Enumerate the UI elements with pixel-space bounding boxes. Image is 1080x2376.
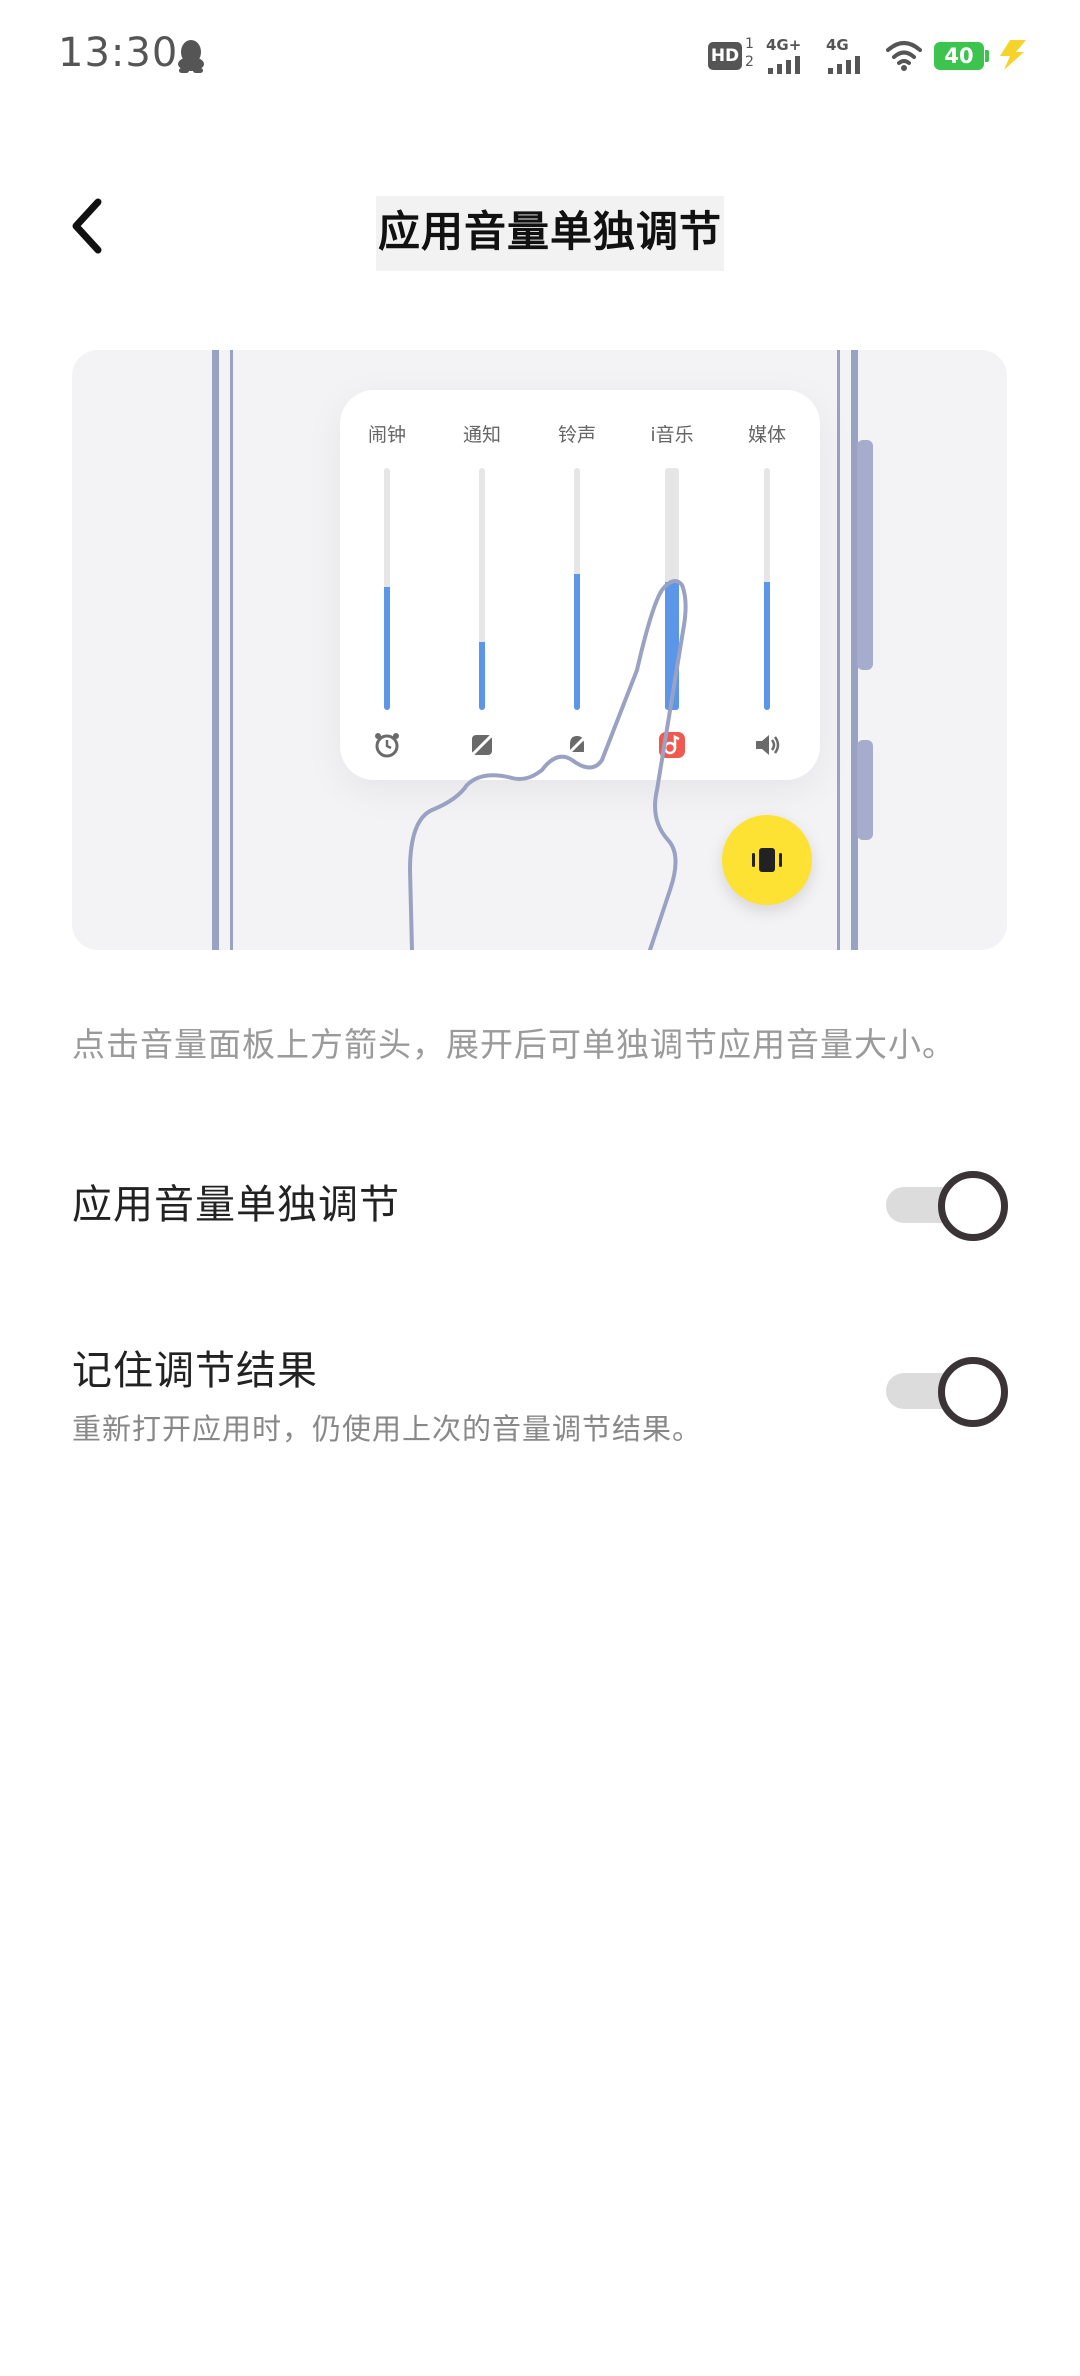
phone-frame-left — [212, 350, 233, 950]
vibrate-button — [722, 815, 812, 905]
speaker-icon — [756, 735, 780, 755]
volume-slider-music — [665, 468, 679, 710]
setting-subtitle-remember: 重新打开应用时，仍使用上次的音量调节结果。 — [72, 1412, 703, 1446]
page-title: 应用音量单独调节 — [376, 196, 725, 271]
sim-indicator-bottom: 2 — [745, 54, 754, 70]
wifi-icon — [886, 41, 922, 71]
qq-icon — [178, 40, 204, 73]
battery-icon: 40 — [934, 42, 984, 70]
channel-label-media: 媒体 — [747, 424, 786, 446]
volume-fill-ringtone — [574, 574, 580, 710]
screen: 13:30 HD 1 2 4G+ 4G 40 应用音量单独调节 闹钟 通知 铃声… — [0, 0, 1080, 2376]
toggle-knob — [938, 1357, 1008, 1427]
phone-frame-right — [837, 350, 873, 950]
notification-muted-icon — [469, 732, 495, 758]
network-type-2: 4G — [826, 36, 849, 54]
setting-title-remember: 记住调节结果 — [72, 1348, 318, 1394]
signal-4g-plus-icon — [768, 56, 800, 74]
feature-description: 点击音量面板上方箭头，展开后可单独调节应用音量大小。 — [72, 1025, 956, 1064]
charging-bolt-icon — [1000, 40, 1026, 70]
music-app-icon — [659, 732, 685, 758]
battery-tip — [985, 50, 989, 62]
toggle-remember-result[interactable] — [886, 1354, 1008, 1428]
bell-muted-icon — [564, 732, 590, 758]
toggle-app-volume[interactable] — [886, 1168, 1008, 1242]
status-icons: HD 1 2 4G+ 4G 40 — [708, 36, 1028, 80]
hd-badge-text: HD — [710, 46, 740, 66]
volume-panel: 闹钟 通知 铃声 i音乐 媒体 — [340, 390, 820, 780]
toggle-knob — [938, 1171, 1008, 1241]
network-type-1: 4G+ — [766, 36, 802, 54]
volume-slider-alarm — [384, 468, 390, 710]
status-time: 13:30 — [58, 30, 179, 76]
chevron-left-icon — [72, 198, 102, 254]
setting-title-app-volume: 应用音量单独调节 — [72, 1182, 400, 1228]
back-button[interactable] — [62, 194, 118, 258]
channel-label-alarm: 闹钟 — [367, 424, 406, 446]
volume-slider-notification — [479, 468, 485, 710]
volume-slider-media — [764, 468, 770, 710]
volume-fill-music — [665, 581, 679, 710]
volume-slider-ringtone — [574, 468, 580, 710]
alarm-clock-icon — [375, 733, 399, 758]
volume-fill-alarm — [384, 586, 390, 710]
illustration: 闹钟 通知 铃声 i音乐 媒体 — [72, 350, 1007, 950]
status-bar: 13:30 HD 1 2 4G+ 4G 40 — [0, 0, 1080, 110]
channel-label-notification: 通知 — [462, 424, 501, 446]
battery-level: 40 — [944, 44, 974, 68]
channel-label-ringtone: 铃声 — [557, 424, 596, 446]
channel-label-music: i音乐 — [650, 424, 694, 446]
vibrate-icon — [752, 848, 782, 872]
volume-fill-media — [764, 581, 770, 710]
volume-fill-notification — [479, 642, 485, 710]
signal-4g-icon — [828, 56, 860, 74]
hd-volte-icon: HD — [708, 42, 742, 70]
sim-indicator-top: 1 — [745, 36, 754, 52]
